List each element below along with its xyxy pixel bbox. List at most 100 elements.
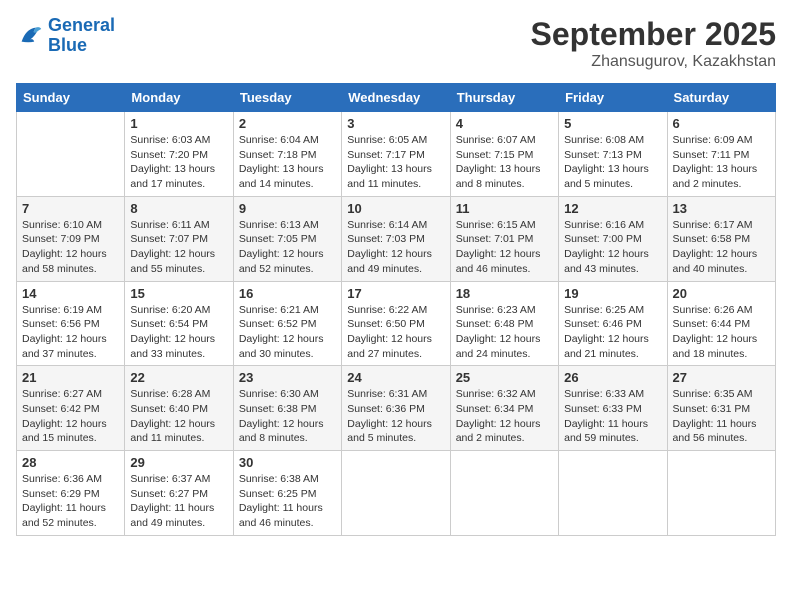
day-number: 10 xyxy=(347,201,444,216)
day-number: 11 xyxy=(456,201,553,216)
day-info: Sunrise: 6:26 AM Sunset: 6:44 PM Dayligh… xyxy=(673,303,770,362)
day-info: Sunrise: 6:08 AM Sunset: 7:13 PM Dayligh… xyxy=(564,133,661,192)
day-cell: 15 Sunrise: 6:20 AM Sunset: 6:54 PM Dayli… xyxy=(125,281,233,366)
day-cell: 9 Sunrise: 6:13 AM Sunset: 7:05 PM Daylig… xyxy=(233,196,341,281)
day-info: Sunrise: 6:15 AM Sunset: 7:01 PM Dayligh… xyxy=(456,218,553,277)
day-number: 7 xyxy=(22,201,119,216)
day-info: Sunrise: 6:33 AM Sunset: 6:33 PM Dayligh… xyxy=(564,387,661,446)
day-number: 12 xyxy=(564,201,661,216)
calendar-table: SundayMondayTuesdayWednesdayThursdayFrid… xyxy=(16,83,776,536)
day-number: 13 xyxy=(673,201,770,216)
day-cell: 24 Sunrise: 6:31 AM Sunset: 6:36 PM Dayli… xyxy=(342,366,450,451)
day-cell: 22 Sunrise: 6:28 AM Sunset: 6:40 PM Dayli… xyxy=(125,366,233,451)
day-cell: 7 Sunrise: 6:10 AM Sunset: 7:09 PM Daylig… xyxy=(17,196,125,281)
day-cell: 6Sunrise: 6:09 AM Sunset: 7:11 PM Daylig… xyxy=(667,112,775,197)
day-cell: 16 Sunrise: 6:21 AM Sunset: 6:52 PM Dayli… xyxy=(233,281,341,366)
day-cell: 10 Sunrise: 6:14 AM Sunset: 7:03 PM Dayli… xyxy=(342,196,450,281)
day-cell: 18 Sunrise: 6:23 AM Sunset: 6:48 PM Dayli… xyxy=(450,281,558,366)
day-cell: 27 Sunrise: 6:35 AM Sunset: 6:31 PM Dayli… xyxy=(667,366,775,451)
day-cell xyxy=(559,451,667,536)
location: Zhansugurov, Kazakhstan xyxy=(531,53,776,71)
day-cell xyxy=(667,451,775,536)
month-title: September 2025 xyxy=(531,16,776,53)
day-info: Sunrise: 6:31 AM Sunset: 6:36 PM Dayligh… xyxy=(347,387,444,446)
day-number: 16 xyxy=(239,286,336,301)
day-cell: 17Sunrise: 6:22 AM Sunset: 6:50 PM Dayli… xyxy=(342,281,450,366)
day-cell: 28Sunrise: 6:36 AM Sunset: 6:29 PM Dayli… xyxy=(17,451,125,536)
week-row-3: 14 Sunrise: 6:19 AM Sunset: 6:56 PM Dayli… xyxy=(17,281,776,366)
day-info: Sunrise: 6:21 AM Sunset: 6:52 PM Dayligh… xyxy=(239,303,336,362)
week-row-2: 7 Sunrise: 6:10 AM Sunset: 7:09 PM Daylig… xyxy=(17,196,776,281)
day-number: 14 xyxy=(22,286,119,301)
day-cell: 25Sunrise: 6:32 AM Sunset: 6:34 PM Dayli… xyxy=(450,366,558,451)
logo-line1: General xyxy=(48,15,115,35)
day-info: Sunrise: 6:19 AM Sunset: 6:56 PM Dayligh… xyxy=(22,303,119,362)
header-cell-friday: Friday xyxy=(559,84,667,112)
day-cell: 26 Sunrise: 6:33 AM Sunset: 6:33 PM Dayli… xyxy=(559,366,667,451)
day-number: 28 xyxy=(22,455,119,470)
day-number: 1 xyxy=(130,116,227,131)
day-number: 4 xyxy=(456,116,553,131)
day-cell: 21 Sunrise: 6:27 AM Sunset: 6:42 PM Dayli… xyxy=(17,366,125,451)
day-cell: 12Sunrise: 6:16 AM Sunset: 7:00 PM Dayli… xyxy=(559,196,667,281)
day-cell xyxy=(450,451,558,536)
day-number: 9 xyxy=(239,201,336,216)
day-info: Sunrise: 6:28 AM Sunset: 6:40 PM Dayligh… xyxy=(130,387,227,446)
day-number: 5 xyxy=(564,116,661,131)
day-info: Sunrise: 6:03 AM Sunset: 7:20 PM Dayligh… xyxy=(130,133,227,192)
header-cell-wednesday: Wednesday xyxy=(342,84,450,112)
header-cell-thursday: Thursday xyxy=(450,84,558,112)
day-cell: 1 Sunrise: 6:03 AM Sunset: 7:20 PM Daylig… xyxy=(125,112,233,197)
day-cell xyxy=(342,451,450,536)
header-cell-saturday: Saturday xyxy=(667,84,775,112)
day-cell: 11 Sunrise: 6:15 AM Sunset: 7:01 PM Dayli… xyxy=(450,196,558,281)
day-info: Sunrise: 6:35 AM Sunset: 6:31 PM Dayligh… xyxy=(673,387,770,446)
day-info: Sunrise: 6:32 AM Sunset: 6:34 PM Dayligh… xyxy=(456,387,553,446)
day-cell: 20Sunrise: 6:26 AM Sunset: 6:44 PM Dayli… xyxy=(667,281,775,366)
day-info: Sunrise: 6:37 AM Sunset: 6:27 PM Dayligh… xyxy=(130,472,227,531)
header-row: SundayMondayTuesdayWednesdayThursdayFrid… xyxy=(17,84,776,112)
day-number: 23 xyxy=(239,370,336,385)
day-cell: 30Sunrise: 6:38 AM Sunset: 6:25 PM Dayli… xyxy=(233,451,341,536)
day-cell: 4Sunrise: 6:07 AM Sunset: 7:15 PM Daylig… xyxy=(450,112,558,197)
day-number: 15 xyxy=(130,286,227,301)
day-number: 3 xyxy=(347,116,444,131)
day-cell: 8 Sunrise: 6:11 AM Sunset: 7:07 PM Daylig… xyxy=(125,196,233,281)
day-cell: 14 Sunrise: 6:19 AM Sunset: 6:56 PM Dayli… xyxy=(17,281,125,366)
day-cell: 29 Sunrise: 6:37 AM Sunset: 6:27 PM Dayli… xyxy=(125,451,233,536)
day-number: 6 xyxy=(673,116,770,131)
day-info: Sunrise: 6:20 AM Sunset: 6:54 PM Dayligh… xyxy=(130,303,227,362)
day-info: Sunrise: 6:27 AM Sunset: 6:42 PM Dayligh… xyxy=(22,387,119,446)
logo-line2: Blue xyxy=(48,35,87,55)
day-info: Sunrise: 6:13 AM Sunset: 7:05 PM Dayligh… xyxy=(239,218,336,277)
day-number: 18 xyxy=(456,286,553,301)
day-info: Sunrise: 6:04 AM Sunset: 7:18 PM Dayligh… xyxy=(239,133,336,192)
week-row-5: 28Sunrise: 6:36 AM Sunset: 6:29 PM Dayli… xyxy=(17,451,776,536)
day-number: 27 xyxy=(673,370,770,385)
day-info: Sunrise: 6:11 AM Sunset: 7:07 PM Dayligh… xyxy=(130,218,227,277)
day-number: 19 xyxy=(564,286,661,301)
day-number: 30 xyxy=(239,455,336,470)
day-number: 2 xyxy=(239,116,336,131)
day-cell: 23Sunrise: 6:30 AM Sunset: 6:38 PM Dayli… xyxy=(233,366,341,451)
day-number: 22 xyxy=(130,370,227,385)
day-number: 29 xyxy=(130,455,227,470)
day-info: Sunrise: 6:05 AM Sunset: 7:17 PM Dayligh… xyxy=(347,133,444,192)
day-info: Sunrise: 6:22 AM Sunset: 6:50 PM Dayligh… xyxy=(347,303,444,362)
page-header: General Blue September 2025 Zhansugurov,… xyxy=(16,16,776,71)
day-info: Sunrise: 6:14 AM Sunset: 7:03 PM Dayligh… xyxy=(347,218,444,277)
day-number: 21 xyxy=(22,370,119,385)
logo: General Blue xyxy=(16,16,115,56)
day-number: 24 xyxy=(347,370,444,385)
header-cell-tuesday: Tuesday xyxy=(233,84,341,112)
day-cell: 13Sunrise: 6:17 AM Sunset: 6:58 PM Dayli… xyxy=(667,196,775,281)
day-number: 8 xyxy=(130,201,227,216)
week-row-1: 1 Sunrise: 6:03 AM Sunset: 7:20 PM Daylig… xyxy=(17,112,776,197)
week-row-4: 21 Sunrise: 6:27 AM Sunset: 6:42 PM Dayli… xyxy=(17,366,776,451)
day-cell: 5 Sunrise: 6:08 AM Sunset: 7:13 PM Daylig… xyxy=(559,112,667,197)
day-info: Sunrise: 6:10 AM Sunset: 7:09 PM Dayligh… xyxy=(22,218,119,277)
day-info: Sunrise: 6:23 AM Sunset: 6:48 PM Dayligh… xyxy=(456,303,553,362)
day-info: Sunrise: 6:25 AM Sunset: 6:46 PM Dayligh… xyxy=(564,303,661,362)
header-cell-monday: Monday xyxy=(125,84,233,112)
day-number: 26 xyxy=(564,370,661,385)
